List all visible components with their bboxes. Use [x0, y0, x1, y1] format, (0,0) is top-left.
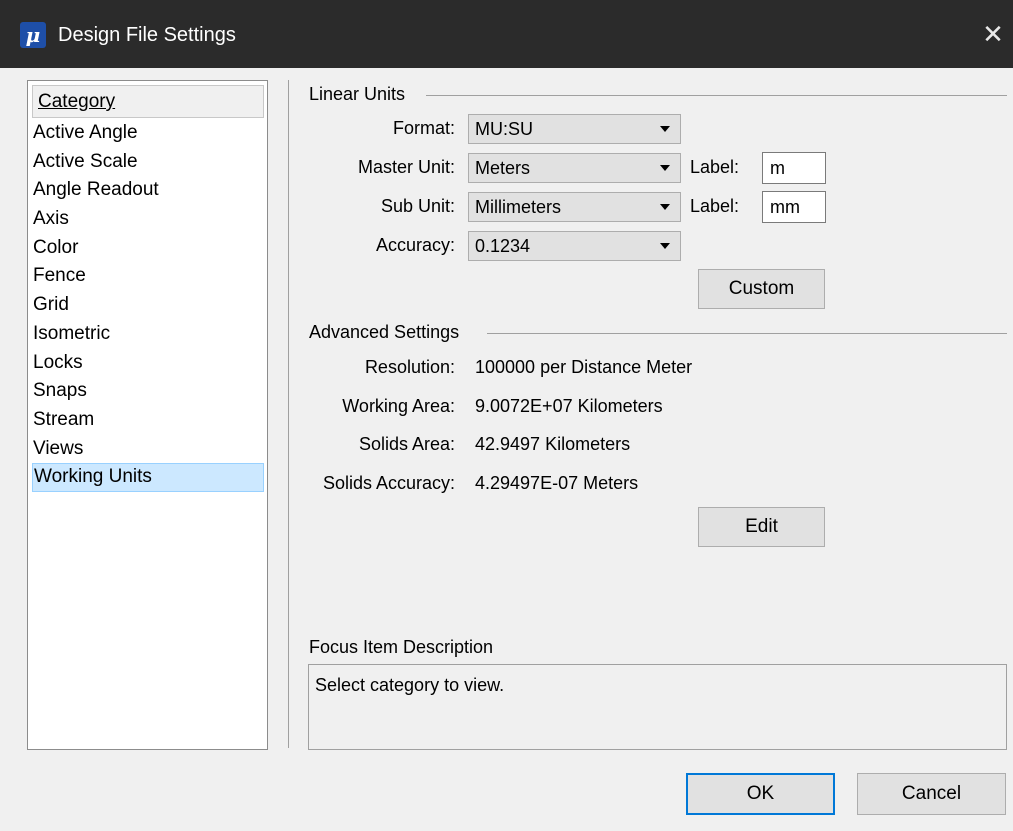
category-item-grid[interactable]: Grid	[32, 291, 264, 320]
category-list[interactable]: Category Active Angle Active Scale Angle R…	[27, 80, 268, 750]
category-item-stream[interactable]: Stream	[32, 406, 264, 435]
focus-item-label: Focus Item Description	[309, 637, 494, 657]
solids-accuracy-value: 4.29497E-07 Meters	[475, 473, 639, 493]
category-item-views[interactable]: Views	[32, 435, 264, 464]
working-area-label: Working Area:	[342, 396, 455, 416]
linear-units-group-label: Linear Units	[309, 84, 406, 104]
ok-button[interactable]: OK	[686, 773, 835, 815]
resolution-label: Resolution:	[364, 357, 455, 377]
master-unit-label: Master Unit:	[300, 157, 455, 178]
advanced-settings-group-label: Advanced Settings	[309, 322, 460, 342]
format-label-text: Format:	[392, 118, 455, 138]
custom-button-label: Custom	[728, 278, 795, 299]
dialog-title: Design File Settings	[58, 24, 236, 46]
focus-item-text: Select category to view.	[315, 675, 505, 695]
category-item-active-angle[interactable]: Active Angle	[32, 119, 264, 148]
category-items: Active Angle Active Scale Angle Readout Axi…	[32, 119, 264, 492]
cancel-button[interactable]: Cancel	[857, 773, 1006, 815]
solids-area-label: Solids Area:	[358, 434, 455, 454]
category-item-fence[interactable]: Fence	[32, 262, 264, 291]
custom-button[interactable]: Custom	[698, 269, 825, 309]
solids-area-value: 42.9497 Kilometers	[475, 434, 631, 454]
category-item-locks[interactable]: Locks	[32, 349, 264, 378]
master-unit-label-text: Master Unit:	[357, 157, 455, 177]
chevron-down-icon	[660, 243, 670, 249]
master-unit-label-caption: Label:	[690, 157, 740, 177]
resolution-value: 100000 per Distance Meter	[475, 357, 693, 377]
accuracy-combo[interactable]: 0.1234	[468, 231, 681, 261]
title-bar[interactable]: μ Design File Settings ✕	[0, 0, 1013, 68]
category-item-axis[interactable]: Axis	[32, 205, 264, 234]
format-label: Format:	[300, 118, 455, 139]
microstation-mu-icon: μ	[20, 22, 46, 48]
sub-unit-label: Sub Unit:	[300, 196, 455, 217]
master-unit-value: Meters	[475, 158, 531, 178]
sub-unit-label-caption: Label:	[690, 196, 740, 216]
focus-item-description: Select category to view.	[308, 664, 1007, 750]
category-item-working-units[interactable]: Working Units	[32, 463, 264, 492]
category-item-angle-readout[interactable]: Angle Readout	[32, 176, 264, 205]
category-header[interactable]: Category	[32, 85, 264, 118]
format-combo[interactable]: MU:SU	[468, 114, 681, 144]
chevron-down-icon	[660, 126, 670, 132]
sub-unit-combo[interactable]: Millimeters	[468, 192, 681, 222]
design-file-settings-dialog: μ Design File Settings ✕ Category Active…	[0, 0, 1013, 831]
close-icon[interactable]: ✕	[973, 14, 1013, 54]
ok-button-label: OK	[746, 783, 775, 804]
cancel-button-label: Cancel	[901, 783, 962, 804]
category-header-label: Category	[38, 91, 116, 112]
sub-unit-label-text: Sub Unit:	[380, 196, 455, 216]
working-area-value: 9.0072E+07 Kilometers	[475, 396, 663, 416]
chevron-down-icon	[660, 204, 670, 210]
category-item-snaps[interactable]: Snaps	[32, 377, 264, 406]
edit-button-label: Edit	[745, 516, 778, 537]
chevron-down-icon	[660, 165, 670, 171]
accuracy-value: 0.1234	[475, 236, 531, 256]
category-item-color[interactable]: Color	[32, 234, 264, 263]
category-item-active-scale[interactable]: Active Scale	[32, 148, 264, 177]
sub-unit-value: Millimeters	[475, 197, 562, 217]
linear-units-divider	[426, 95, 1007, 96]
category-item-isometric[interactable]: Isometric	[32, 320, 264, 349]
accuracy-label-text: Accuracy:	[375, 235, 455, 255]
panel-divider	[288, 80, 289, 748]
master-unit-combo[interactable]: Meters	[468, 153, 681, 183]
format-value: MU:SU	[475, 119, 533, 139]
solids-accuracy-label: Solids Accuracy:	[322, 473, 455, 493]
master-unit-label-field[interactable]: m	[762, 152, 826, 184]
edit-button[interactable]: Edit	[698, 507, 825, 547]
accuracy-label: Accuracy:	[300, 235, 455, 256]
sub-unit-label-field[interactable]: mm	[762, 191, 826, 223]
advanced-settings-divider	[487, 333, 1007, 334]
